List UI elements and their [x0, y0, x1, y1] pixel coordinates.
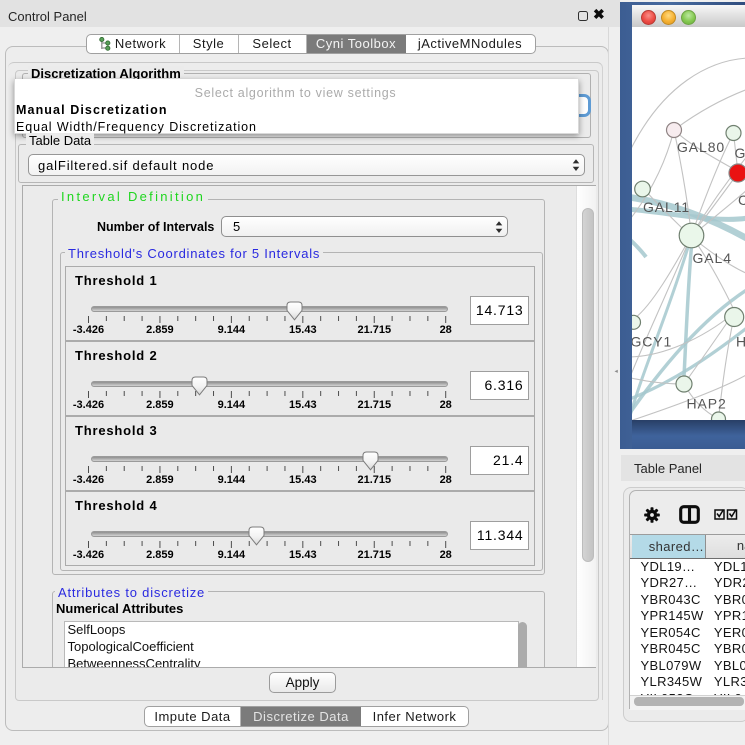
- svg-text:GAL11: GAL11: [643, 199, 690, 215]
- svg-text:GAL80: GAL80: [677, 139, 725, 155]
- svg-text:GCY1: GCY1: [632, 334, 672, 350]
- svg-text:GAL4: GAL4: [692, 250, 731, 266]
- svg-text:C: C: [738, 192, 745, 208]
- svg-text:HAP2: HAP2: [686, 396, 726, 412]
- svg-text:H: H: [736, 334, 745, 350]
- svg-text:GA: GA: [734, 145, 745, 161]
